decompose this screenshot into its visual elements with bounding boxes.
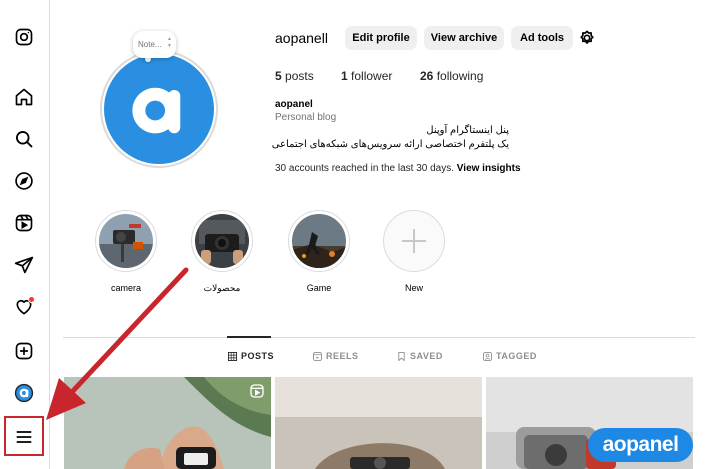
note-scroll-arrows-icon: ▲ ▼ bbox=[167, 36, 172, 49]
ad-tools-button[interactable]: Ad tools bbox=[511, 26, 573, 50]
reel-indicator-icon bbox=[250, 384, 264, 398]
highlight-camera-thumbnail bbox=[99, 214, 153, 268]
home-icon[interactable] bbox=[12, 85, 36, 109]
highlight-label: محصولات bbox=[203, 283, 241, 293]
bookmark-icon bbox=[398, 351, 405, 361]
tab-tagged[interactable]: TAGGED bbox=[483, 351, 537, 361]
bio-line-1: پنل اینستاگرام آوپنل bbox=[426, 125, 509, 136]
profile-avatar[interactable] bbox=[12, 381, 36, 405]
stat-posts: 5 posts bbox=[275, 69, 314, 83]
plus-icon bbox=[387, 214, 441, 268]
reach-text: 30 accounts reached in the last 30 days. bbox=[275, 163, 455, 174]
settings-gear-icon[interactable] bbox=[577, 28, 597, 48]
aopanel-watermark-logo: aopanel bbox=[588, 428, 693, 462]
bio-line-2: یک پلتفرم اختصاصی ارائه سرویس‌های شبکه‌ه… bbox=[271, 139, 509, 150]
highlight-label: New bbox=[404, 283, 423, 293]
notifications-icon[interactable] bbox=[12, 295, 36, 319]
note-bubble[interactable]: Note... ▲ ▼ bbox=[133, 31, 176, 58]
reels-icon[interactable] bbox=[12, 211, 36, 235]
post-thumbnail[interactable] bbox=[64, 377, 271, 469]
search-icon[interactable] bbox=[12, 127, 36, 151]
highlight-item[interactable]: Game bbox=[288, 210, 350, 293]
reach-summary: 30 accounts reached in the last 30 days.… bbox=[275, 163, 521, 174]
highlight-item[interactable]: محصولات bbox=[191, 210, 253, 294]
aopanel-logo-icon bbox=[132, 87, 181, 134]
tag-icon bbox=[483, 351, 492, 361]
highlight-label: Game bbox=[306, 283, 332, 293]
explore-icon[interactable] bbox=[12, 169, 36, 193]
note-placeholder: Note... bbox=[138, 40, 162, 49]
instagram-logo-icon[interactable] bbox=[12, 25, 36, 49]
stat-following[interactable]: 26 following bbox=[420, 69, 483, 83]
tab-reels[interactable]: REELS bbox=[313, 351, 359, 361]
highlight-game-thumbnail bbox=[292, 214, 346, 268]
view-insights-link[interactable]: View insights bbox=[457, 163, 521, 174]
profile-picture[interactable] bbox=[100, 50, 218, 168]
tab-posts[interactable]: POSTS bbox=[228, 351, 274, 361]
bio-name: aopanel bbox=[275, 99, 313, 110]
view-archive-button[interactable]: View archive bbox=[424, 26, 504, 50]
highlight-label: camera bbox=[110, 283, 141, 293]
bio-category: Personal blog bbox=[275, 112, 337, 123]
profile-username: aopanell bbox=[275, 30, 328, 46]
new-highlight-button[interactable]: New bbox=[383, 210, 445, 293]
notification-dot bbox=[28, 296, 35, 303]
edit-profile-button[interactable]: Edit profile bbox=[345, 26, 417, 50]
highlight-products-thumbnail bbox=[195, 214, 249, 268]
stat-followers[interactable]: 1 follower bbox=[341, 69, 392, 83]
tab-saved[interactable]: SAVED bbox=[397, 351, 443, 361]
active-tab-indicator bbox=[227, 336, 271, 338]
sidebar bbox=[0, 0, 50, 469]
highlight-item[interactable]: camera bbox=[95, 210, 157, 293]
grid-icon bbox=[228, 351, 237, 361]
create-icon[interactable] bbox=[12, 339, 36, 363]
reels-icon bbox=[313, 351, 322, 361]
tabs-divider bbox=[63, 337, 695, 338]
menu-highlight-box bbox=[4, 416, 44, 456]
post-thumbnail[interactable] bbox=[275, 377, 482, 469]
direct-messages-icon[interactable] bbox=[12, 253, 36, 277]
